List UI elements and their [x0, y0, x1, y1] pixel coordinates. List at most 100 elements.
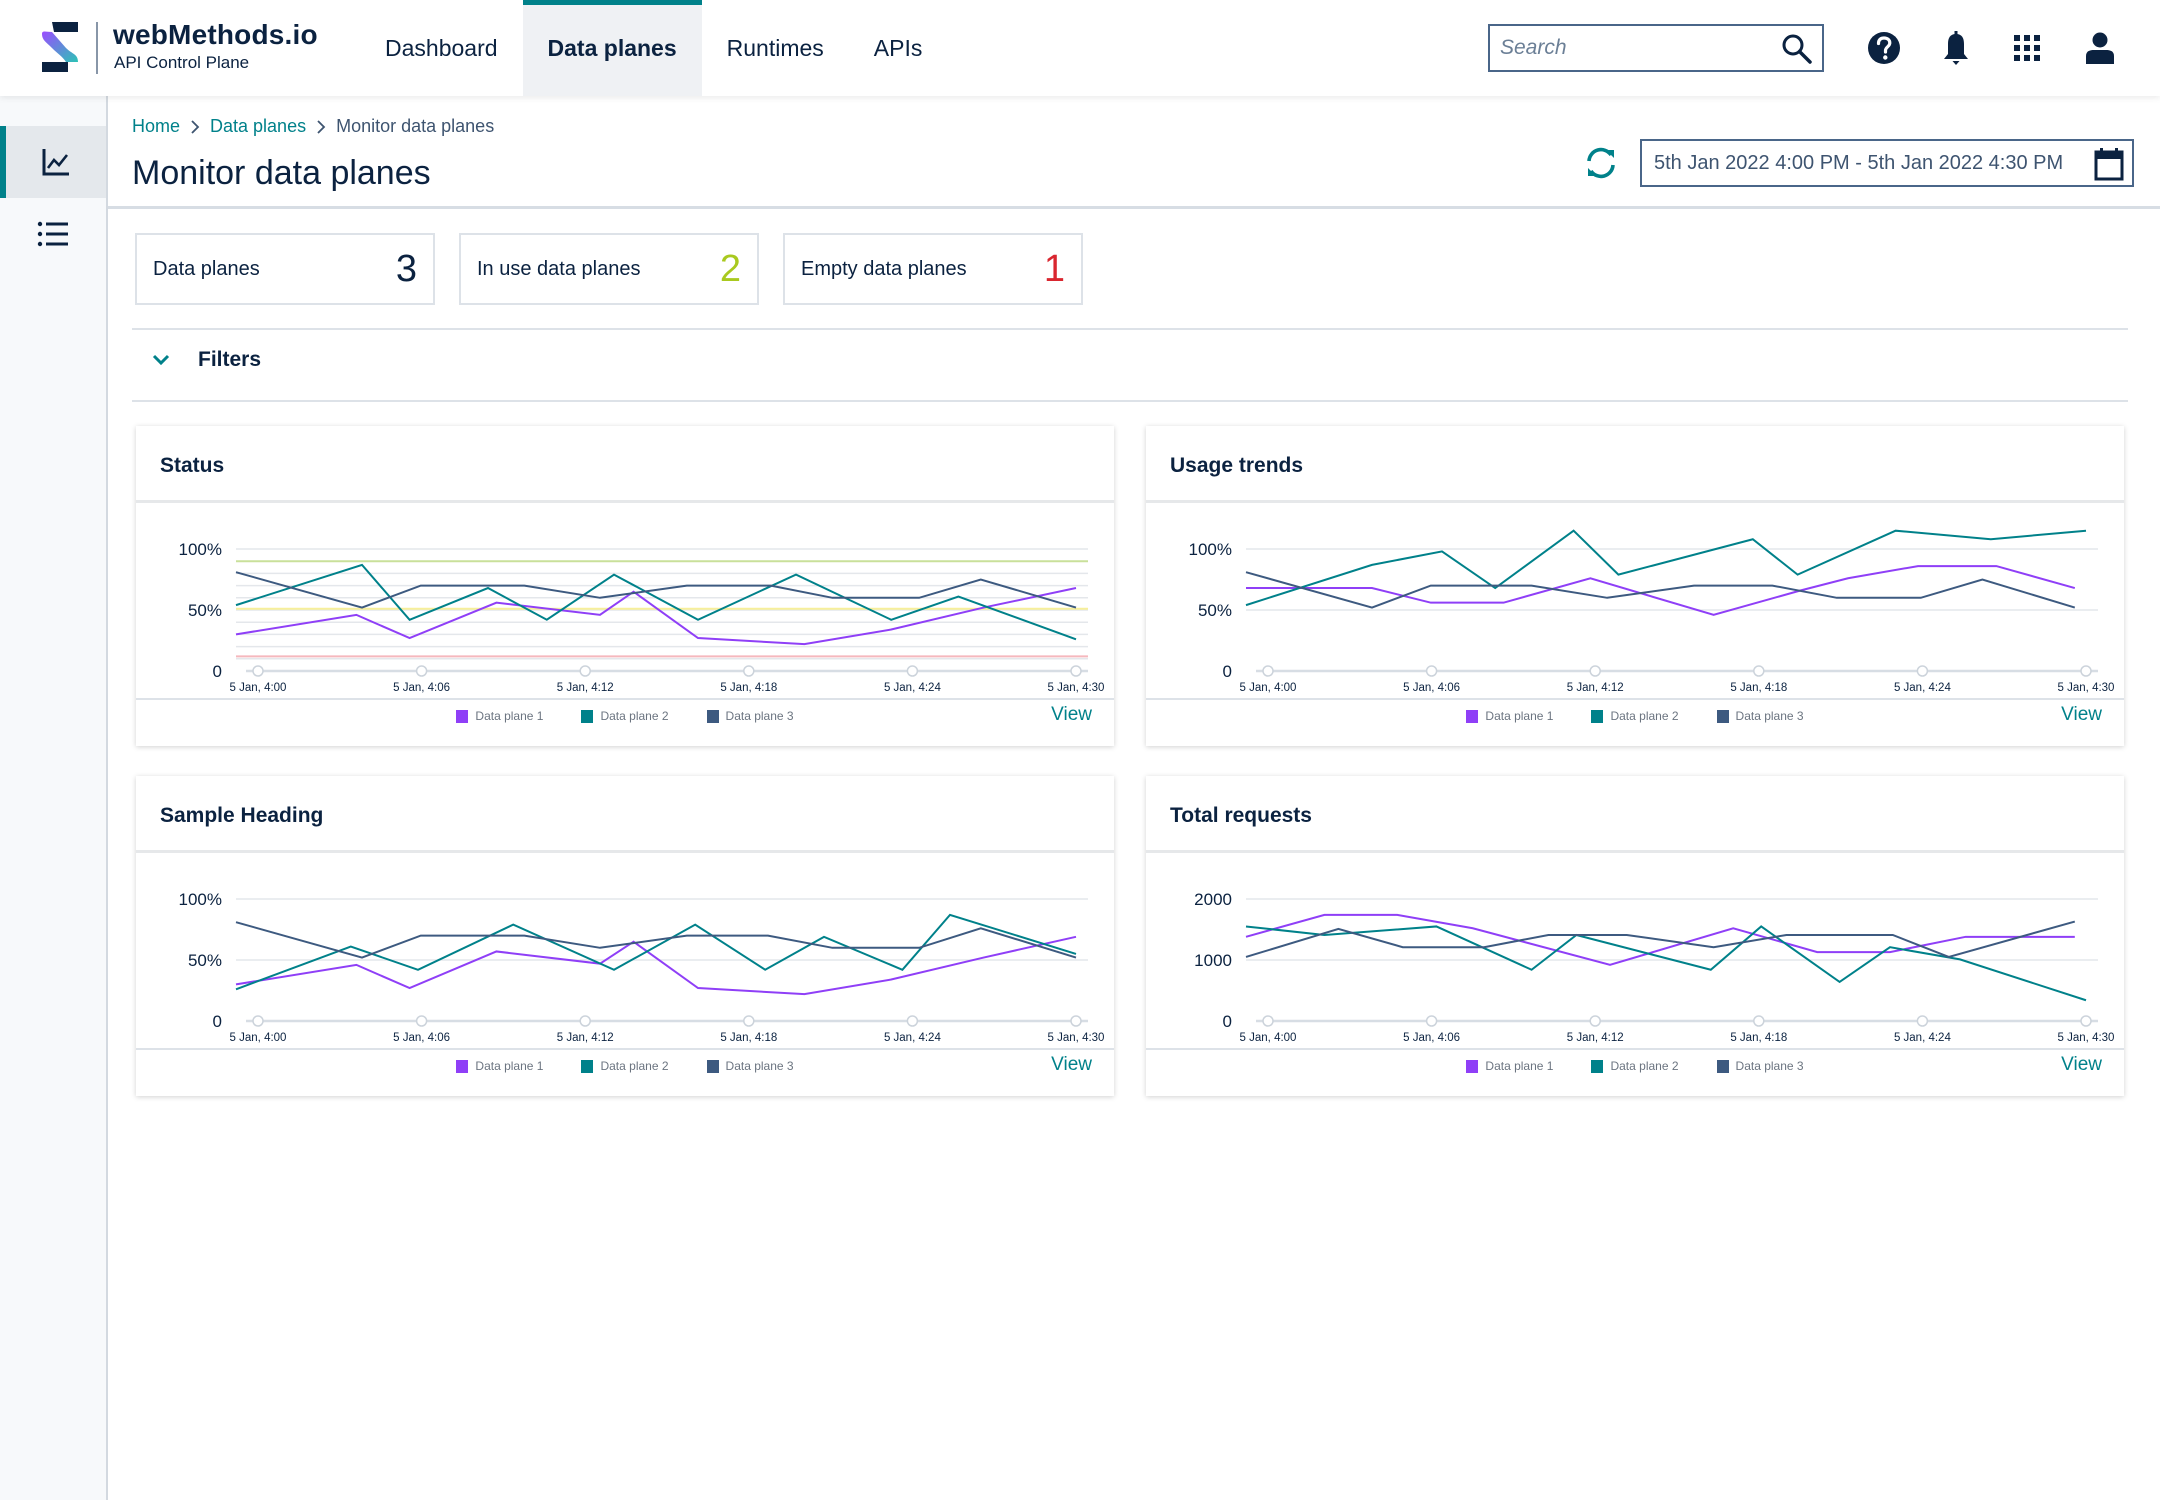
stat-label: Empty data planes: [801, 257, 967, 280]
legend-item[interactable]: Data plane 3: [1716, 709, 1804, 723]
x-tick-marker[interactable]: [1589, 665, 1601, 677]
x-tick-marker[interactable]: [2080, 1015, 2092, 1027]
nav-tab-dashboard[interactable]: Dashboard: [360, 0, 523, 96]
stat-label: Data planes: [153, 257, 260, 280]
sidebar-item-list[interactable]: [0, 198, 106, 270]
view-link[interactable]: View: [2061, 704, 2102, 726]
x-tick-marker[interactable]: [252, 665, 264, 677]
stat-card-data-planes[interactable]: Data planes 3: [135, 233, 435, 305]
series-line-data-plane-3[interactable]: [1245, 571, 2076, 609]
x-tick-marker[interactable]: [579, 665, 591, 677]
legend-item[interactable]: Data plane 1: [1466, 709, 1553, 723]
x-tick-marker[interactable]: [1753, 665, 1765, 677]
x-tick-label: 5 Jan, 4:06: [393, 1032, 450, 1044]
legend-swatch: [1591, 1059, 1604, 1073]
search-icon[interactable]: [1780, 32, 1814, 66]
y-tick-label: 0: [1223, 1012, 1232, 1031]
legend-item[interactable]: Data plane 1: [456, 1059, 543, 1073]
legend-item[interactable]: Data plane 2: [581, 709, 669, 723]
stat-label: In use data planes: [477, 257, 641, 280]
y-tick-label: 50%: [1198, 601, 1232, 620]
apps-grid-icon[interactable]: [2007, 28, 2047, 68]
x-tick-label: 5 Jan, 4:18: [1730, 682, 1787, 694]
x-tick-marker[interactable]: [415, 665, 428, 677]
nav-tab-apis[interactable]: APIs: [849, 0, 948, 96]
date-range-picker[interactable]: 5th Jan 2022 4:00 PM - 5th Jan 2022 4:30…: [1640, 139, 2134, 187]
x-tick-marker[interactable]: [1262, 665, 1274, 677]
legend-label: Data plane 3: [1735, 1059, 1804, 1073]
y-tick-label: 0: [213, 662, 222, 681]
legend-item[interactable]: Data plane 2: [581, 1059, 669, 1073]
refresh-icon[interactable]: [1582, 144, 1620, 182]
webmethods-logo-icon[interactable]: [38, 20, 82, 74]
legend-item[interactable]: Data plane 1: [1466, 1059, 1553, 1073]
x-tick-marker[interactable]: [1589, 1015, 1601, 1027]
stat-card-empty-data-planes[interactable]: Empty data planes 1: [783, 233, 1083, 305]
legend-item[interactable]: Data plane 1: [456, 709, 543, 723]
x-tick-marker[interactable]: [1916, 665, 1929, 677]
x-tick-marker[interactable]: [252, 1015, 264, 1027]
legend-swatch: [1466, 1059, 1479, 1073]
series-line-data-plane-3[interactable]: [235, 921, 1077, 959]
legend-label: Data plane 1: [1485, 709, 1554, 723]
chart-title: Total requests: [1170, 804, 1312, 827]
nav-tab-runtimes[interactable]: Runtimes: [702, 0, 849, 96]
x-tick-label: 5 Jan, 4:00: [1240, 682, 1297, 694]
series-line-data-plane-2[interactable]: [1245, 529, 2087, 607]
sidebar-item-monitor[interactable]: [0, 126, 106, 198]
bell-icon[interactable]: [1936, 28, 1976, 68]
x-tick-label: 5 Jan, 4:06: [1403, 682, 1460, 694]
x-tick-marker[interactable]: [1425, 1015, 1438, 1027]
sample-heading-chart: 0 50% 100% 5 Jan, 4:00 5 Jan, 4:06 5 Jan, 4:1…: [179, 890, 1105, 1044]
x-tick-label: 5 Jan, 4:30: [1048, 1032, 1105, 1044]
legend-item[interactable]: Data plane 3: [1716, 1059, 1804, 1073]
x-tick-label: 5 Jan, 4:06: [1403, 1032, 1460, 1044]
view-link[interactable]: View: [2061, 1054, 2102, 1076]
legend-item[interactable]: Data plane 3: [706, 709, 794, 723]
x-tick-marker[interactable]: [1262, 1015, 1274, 1027]
x-tick-marker[interactable]: [1425, 665, 1438, 677]
x-tick-marker[interactable]: [579, 1015, 591, 1027]
total-requests-chart: 0 1000 2000 5 Jan, 4:00 5 Jan, 4:06 5 Jan, 4:…: [1194, 890, 2114, 1044]
series-line-data-plane-2[interactable]: [235, 913, 1077, 991]
user-icon[interactable]: [2080, 28, 2120, 68]
chart-card-total-requests: Total requests 0 1000 2000 5 Jan, 4:00 5 Jan…: [1146, 776, 2124, 1096]
breadcrumb-data-planes[interactable]: Data planes: [210, 116, 306, 137]
legend-label: Data plane 3: [725, 1059, 794, 1073]
x-tick-marker[interactable]: [743, 1015, 755, 1027]
x-tick-marker[interactable]: [1753, 1015, 1765, 1027]
x-tick-marker[interactable]: [415, 1015, 428, 1027]
nav-tab-data-planes[interactable]: Data planes: [522, 0, 702, 96]
legend-swatch: [581, 1059, 594, 1073]
x-tick-marker[interactable]: [906, 665, 919, 677]
view-link[interactable]: View: [1051, 704, 1092, 726]
page-title: Monitor data planes: [132, 154, 431, 192]
search-input[interactable]: [1500, 36, 1770, 60]
breadcrumb-home[interactable]: Home: [132, 116, 180, 137]
x-tick-label: 5 Jan, 4:00: [230, 682, 287, 694]
card-divider: [136, 698, 1114, 700]
calendar-icon[interactable]: [2094, 147, 2124, 181]
stat-card-in-use-data-planes[interactable]: In use data planes 2: [459, 233, 759, 305]
legend-label: Data plane 1: [1485, 1059, 1554, 1073]
filters-divider-top: [132, 328, 2128, 330]
help-icon[interactable]: [1864, 28, 1904, 68]
view-link[interactable]: View: [1051, 1054, 1092, 1076]
x-tick-marker[interactable]: [906, 1015, 919, 1027]
legend-item[interactable]: Data plane 2: [1591, 1059, 1679, 1073]
filters-toggle[interactable]: Filters: [152, 348, 261, 372]
breadcrumb-current: Monitor data planes: [336, 116, 495, 136]
series-line-data-plane-3[interactable]: [235, 571, 1077, 609]
legend-item[interactable]: Data plane 2: [1591, 709, 1679, 723]
main-content: Home Data planes Monitor data planes Mon…: [108, 96, 2160, 1500]
series-line-data-plane-2[interactable]: [235, 563, 1077, 641]
x-tick-marker[interactable]: [1070, 665, 1082, 677]
x-tick-marker[interactable]: [2080, 665, 2092, 677]
x-tick-marker[interactable]: [1070, 1015, 1082, 1027]
x-tick-marker[interactable]: [1916, 1015, 1929, 1027]
x-tick-marker[interactable]: [743, 665, 755, 677]
legend-swatch: [456, 1059, 469, 1073]
legend-item[interactable]: Data plane 3: [706, 1059, 794, 1073]
title-divider: [108, 206, 2160, 209]
brand-title: webMethods.io: [113, 19, 318, 50]
